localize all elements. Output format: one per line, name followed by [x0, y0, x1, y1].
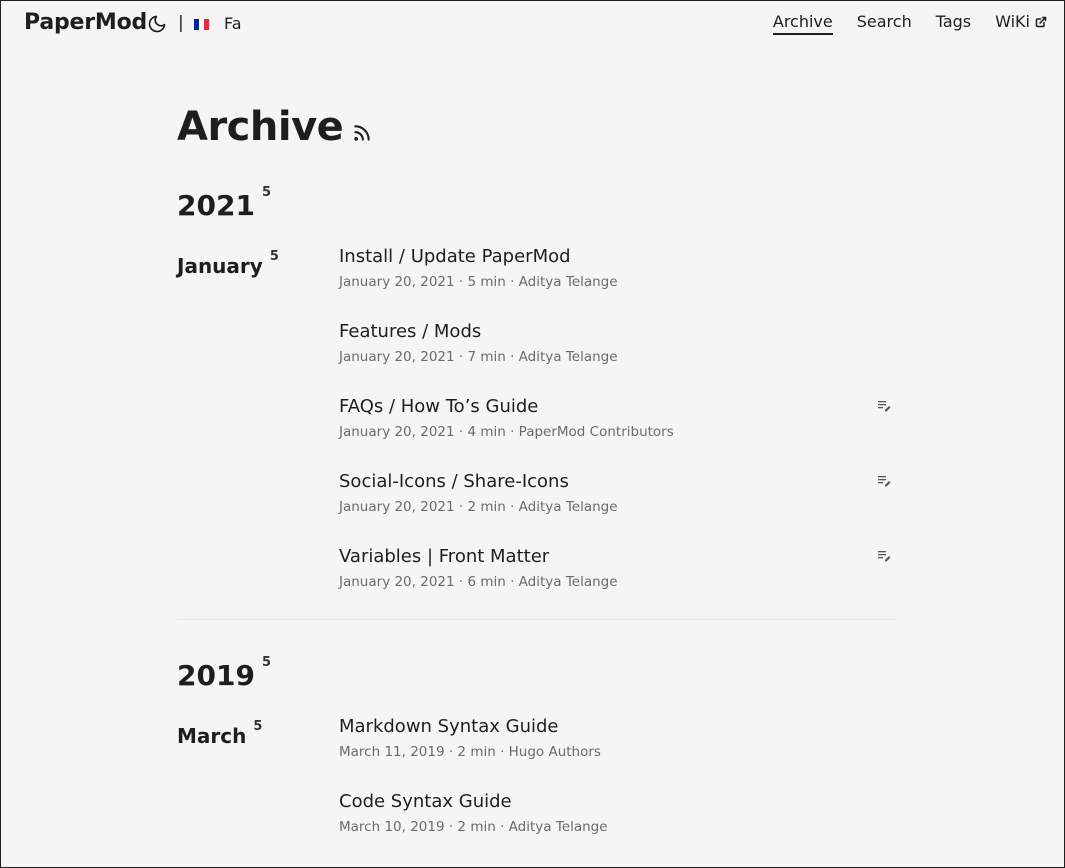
menu-item-tags[interactable]: Tags [936, 12, 971, 35]
year-title: 2019 5 [177, 655, 897, 692]
post-list: Install / Update PaperMod January 20, 20… [339, 244, 897, 619]
entry-title[interactable]: Code Syntax Guide [339, 789, 897, 813]
external-link-icon [1035, 16, 1047, 27]
archive-entry[interactable]: Code Syntax Guide March 10, 2019 · 2 min… [339, 789, 897, 864]
entry-title[interactable]: FAQs / How To’s Guide [339, 394, 897, 418]
site-header: PaperMod | Fa Archive Search Tags WiKi [1, 1, 1064, 47]
year-label: 2019 [177, 659, 255, 692]
draft-icon [878, 551, 891, 562]
month-title: January 5 [177, 249, 279, 278]
page-title: Archive [177, 104, 344, 150]
entry-meta: January 20, 2021 · 6 min · Aditya Telang… [339, 574, 618, 590]
site-logo[interactable]: PaperMod [24, 10, 147, 35]
month-count: 5 [253, 719, 263, 734]
month-label: January [177, 254, 263, 278]
post-list: Markdown Syntax Guide March 11, 2019 · 2… [339, 714, 897, 864]
header-separator: | [178, 13, 184, 33]
archive-year-2021: 2021 5 January 5 Install / Update PaperM… [177, 185, 897, 620]
entry-meta: January 20, 2021 · 7 min · Aditya Telang… [339, 349, 618, 365]
archive-entry[interactable]: Social-Icons / Share-Icons January 20, 2… [339, 469, 897, 544]
entry-meta: March 10, 2019 · 2 min · Aditya Telange [339, 819, 608, 835]
year-divider [177, 619, 897, 620]
year-count: 5 [261, 655, 271, 670]
entry-title[interactable]: Features / Mods [339, 319, 897, 343]
main-menu: Archive Search Tags WiKi [772, 12, 1047, 35]
language-switch[interactable]: Fa [194, 14, 242, 33]
menu-item-wiki-label: WiKi [995, 12, 1030, 31]
entry-meta: March 11, 2019 · 2 min · Hugo Authors [339, 744, 601, 760]
menu-item-search[interactable]: Search [857, 12, 912, 35]
archive-entry[interactable]: Variables | Front Matter January 20, 202… [339, 544, 897, 619]
page-header: Archive [177, 101, 897, 153]
month-count: 5 [269, 249, 279, 264]
menu-item-archive[interactable]: Archive [772, 12, 833, 35]
year-count: 5 [261, 185, 271, 200]
archive-main: Archive 2021 5 January 5 Install / Updat… [177, 101, 897, 864]
archive-entry[interactable]: Markdown Syntax Guide March 11, 2019 · 2… [339, 714, 897, 789]
entry-title[interactable]: Install / Update PaperMod [339, 244, 897, 268]
menu-item-wiki[interactable]: WiKi [995, 12, 1047, 35]
draft-icon [878, 401, 891, 412]
moon-icon[interactable] [147, 14, 167, 34]
month-title: March 5 [177, 719, 262, 748]
archive-month-march: March 5 Markdown Syntax Guide March 11, … [177, 714, 897, 864]
entry-title[interactable]: Markdown Syntax Guide [339, 714, 897, 738]
archive-month-january: January 5 Install / Update PaperMod Janu… [177, 244, 897, 619]
archive-year-2019: 2019 5 March 5 Markdown Syntax Guide Mar… [177, 655, 897, 864]
rss-icon[interactable] [352, 123, 372, 143]
france-flag-icon [194, 19, 209, 30]
entry-meta: January 20, 2021 · 4 min · PaperMod Cont… [339, 424, 674, 440]
entry-meta: January 20, 2021 · 5 min · Aditya Telang… [339, 274, 618, 290]
entry-title[interactable]: Social-Icons / Share-Icons [339, 469, 897, 493]
archive-entry[interactable]: Features / Mods January 20, 2021 · 7 min… [339, 319, 897, 394]
draft-icon [878, 476, 891, 487]
archive-entry[interactable]: FAQs / How To’s Guide January 20, 2021 ·… [339, 394, 897, 469]
entry-meta: January 20, 2021 · 2 min · Aditya Telang… [339, 499, 618, 515]
archive-entry[interactable]: Install / Update PaperMod January 20, 20… [339, 244, 897, 319]
language-label: Fa [224, 14, 242, 33]
entry-title[interactable]: Variables | Front Matter [339, 544, 897, 568]
year-title: 2021 5 [177, 185, 897, 222]
year-label: 2021 [177, 189, 255, 222]
month-label: March [177, 724, 247, 748]
